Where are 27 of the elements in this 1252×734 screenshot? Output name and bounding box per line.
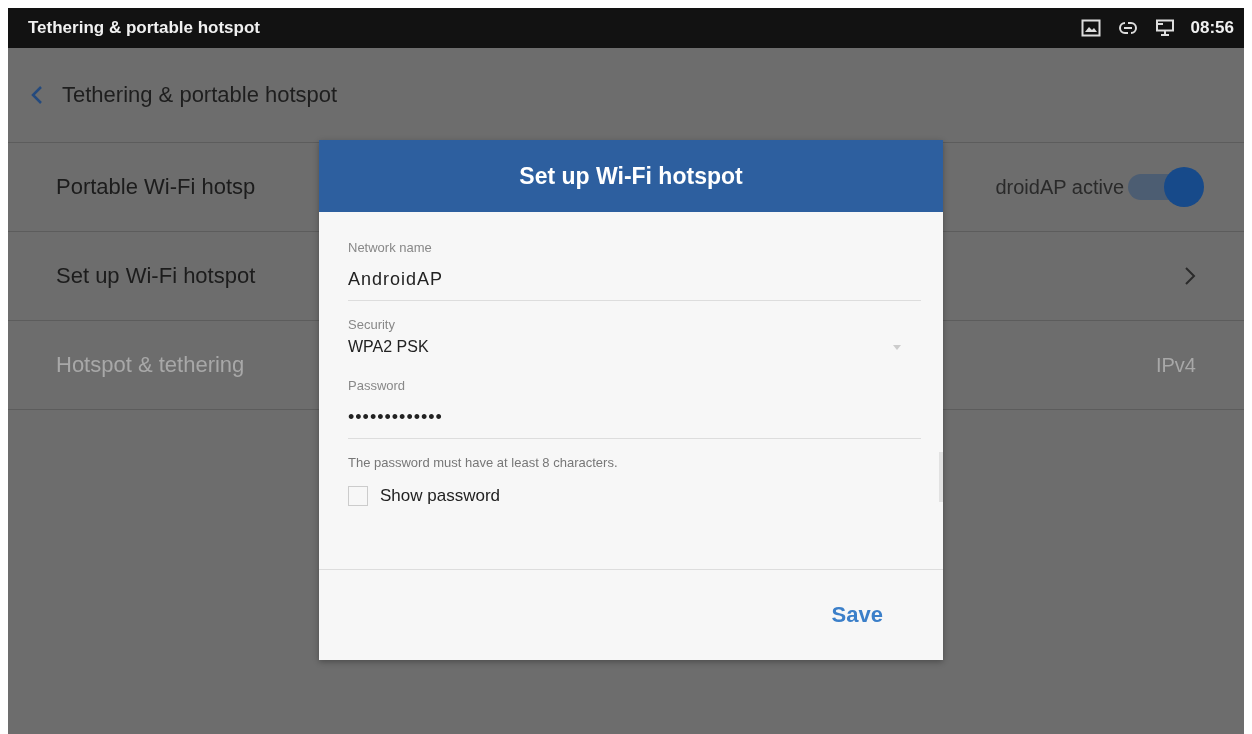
link-icon	[1116, 19, 1139, 37]
checkbox[interactable]	[348, 486, 368, 506]
clock-time: 08:56	[1190, 18, 1234, 38]
hint-text: The password must have at least 8 characters.	[348, 455, 619, 470]
scrollbar[interactable]	[939, 452, 943, 502]
toggle-switch[interactable]	[1128, 167, 1204, 207]
setting-title: Portable Wi-Fi hotsp	[55, 174, 257, 200]
save-button[interactable]: Save	[821, 594, 893, 636]
dialog-title: Set up Wi-Fi hotspot	[319, 140, 943, 212]
input-field[interactable]: •••••••••••••	[348, 393, 921, 439]
input-field[interactable]: AndroidAP	[348, 255, 921, 301]
field-label: Security	[348, 317, 396, 332]
setting-value: IPv4	[1155, 353, 1196, 377]
status-bar-title: Tethering & portable hotspot	[28, 18, 260, 38]
setting-title: Set up Wi-Fi hotspot	[55, 263, 257, 289]
chevron-right-icon	[1184, 265, 1196, 287]
field-label: Network name	[348, 240, 433, 255]
security-dropdown[interactable]: WPA2 PSK	[348, 332, 921, 362]
setting-title: Hotspot & tethering	[55, 352, 246, 378]
back-icon[interactable]	[30, 84, 44, 106]
field-label: Password	[348, 378, 407, 393]
image-icon	[1080, 19, 1101, 37]
monitor-icon	[1154, 19, 1175, 37]
checkbox-label[interactable]: Show password	[380, 486, 500, 506]
caret-icon	[893, 344, 901, 350]
setting-summary: droidAP active	[995, 175, 1124, 199]
page-title: Tethering & portable hotspot	[62, 82, 338, 108]
